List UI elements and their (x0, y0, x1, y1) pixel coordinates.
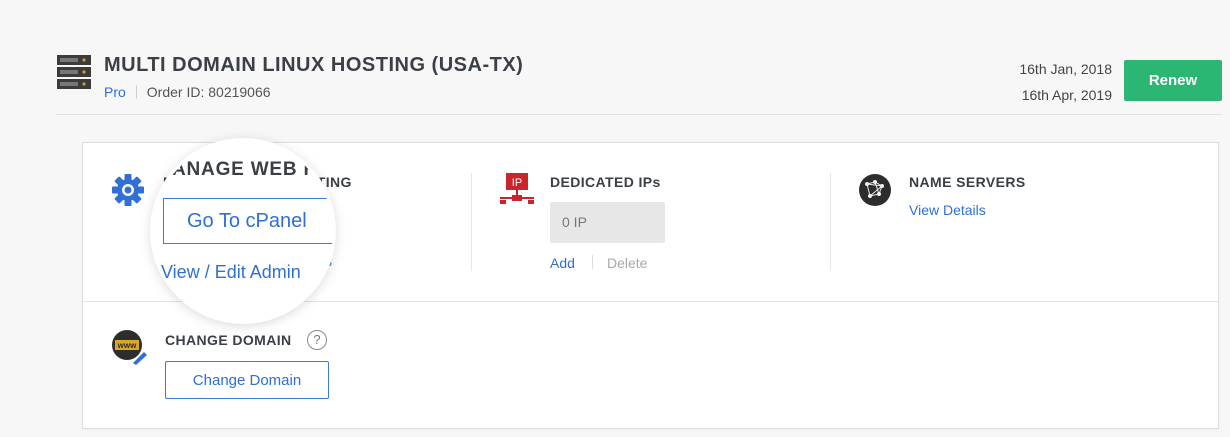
www-icon-label: www (117, 341, 137, 350)
gear-icon (112, 174, 144, 206)
network-globe-icon (859, 174, 891, 206)
ip-count-field: 0 IP (550, 202, 665, 243)
server-rack-icon (57, 55, 91, 89)
manage-hosting-title: ANAGE WEB H (172, 159, 319, 180)
order-header: MULTI DOMAIN LINUX HOSTING (USA-TX) Pro O… (56, 52, 1222, 115)
go-to-cpanel-button[interactable]: Go To cPanel (163, 198, 333, 244)
divider (135, 85, 137, 99)
plan-link[interactable]: Pro (104, 84, 126, 100)
divider (592, 255, 593, 269)
date-range: 16th Jan, 2018 16th Apr, 2019 (1019, 56, 1112, 108)
name-servers-view-details-link[interactable]: View Details (909, 202, 986, 218)
order-id: Order ID: 80219066 (146, 84, 271, 100)
zoom-magnifier: ANAGE WEB H Go To cPanel View / Edit Adm… (153, 141, 333, 321)
delete-ip-link[interactable]: Delete (607, 255, 647, 271)
ip-network-icon: IP (500, 173, 534, 204)
view-edit-admin-link[interactable]: View / Edit Admin (161, 262, 301, 283)
start-date: 16th Jan, 2018 (1019, 61, 1112, 77)
www-globe-icon: www (112, 330, 147, 365)
column-divider (471, 173, 472, 271)
add-ip-link[interactable]: Add (550, 255, 575, 271)
dedicated-ips-title: DEDICATED IPs (550, 174, 661, 190)
change-domain-title: CHANGE DOMAIN (165, 332, 292, 348)
product-title: MULTI DOMAIN LINUX HOSTING (USA-TX) (104, 54, 524, 76)
management-card: M STING ails IP DEDICATED IPs 0 IP Add D… (82, 141, 1219, 429)
help-icon[interactable]: ? (307, 330, 327, 350)
renew-button[interactable]: Renew (1124, 60, 1222, 101)
column-divider (830, 173, 831, 271)
end-date: 16th Apr, 2019 (1021, 87, 1112, 103)
change-domain-button[interactable]: Change Domain (165, 361, 329, 399)
ip-icon-label: IP (512, 177, 522, 189)
name-servers-title: NAME SERVERS (909, 174, 1026, 190)
order-subline: Pro Order ID: 80219066 (104, 84, 271, 100)
